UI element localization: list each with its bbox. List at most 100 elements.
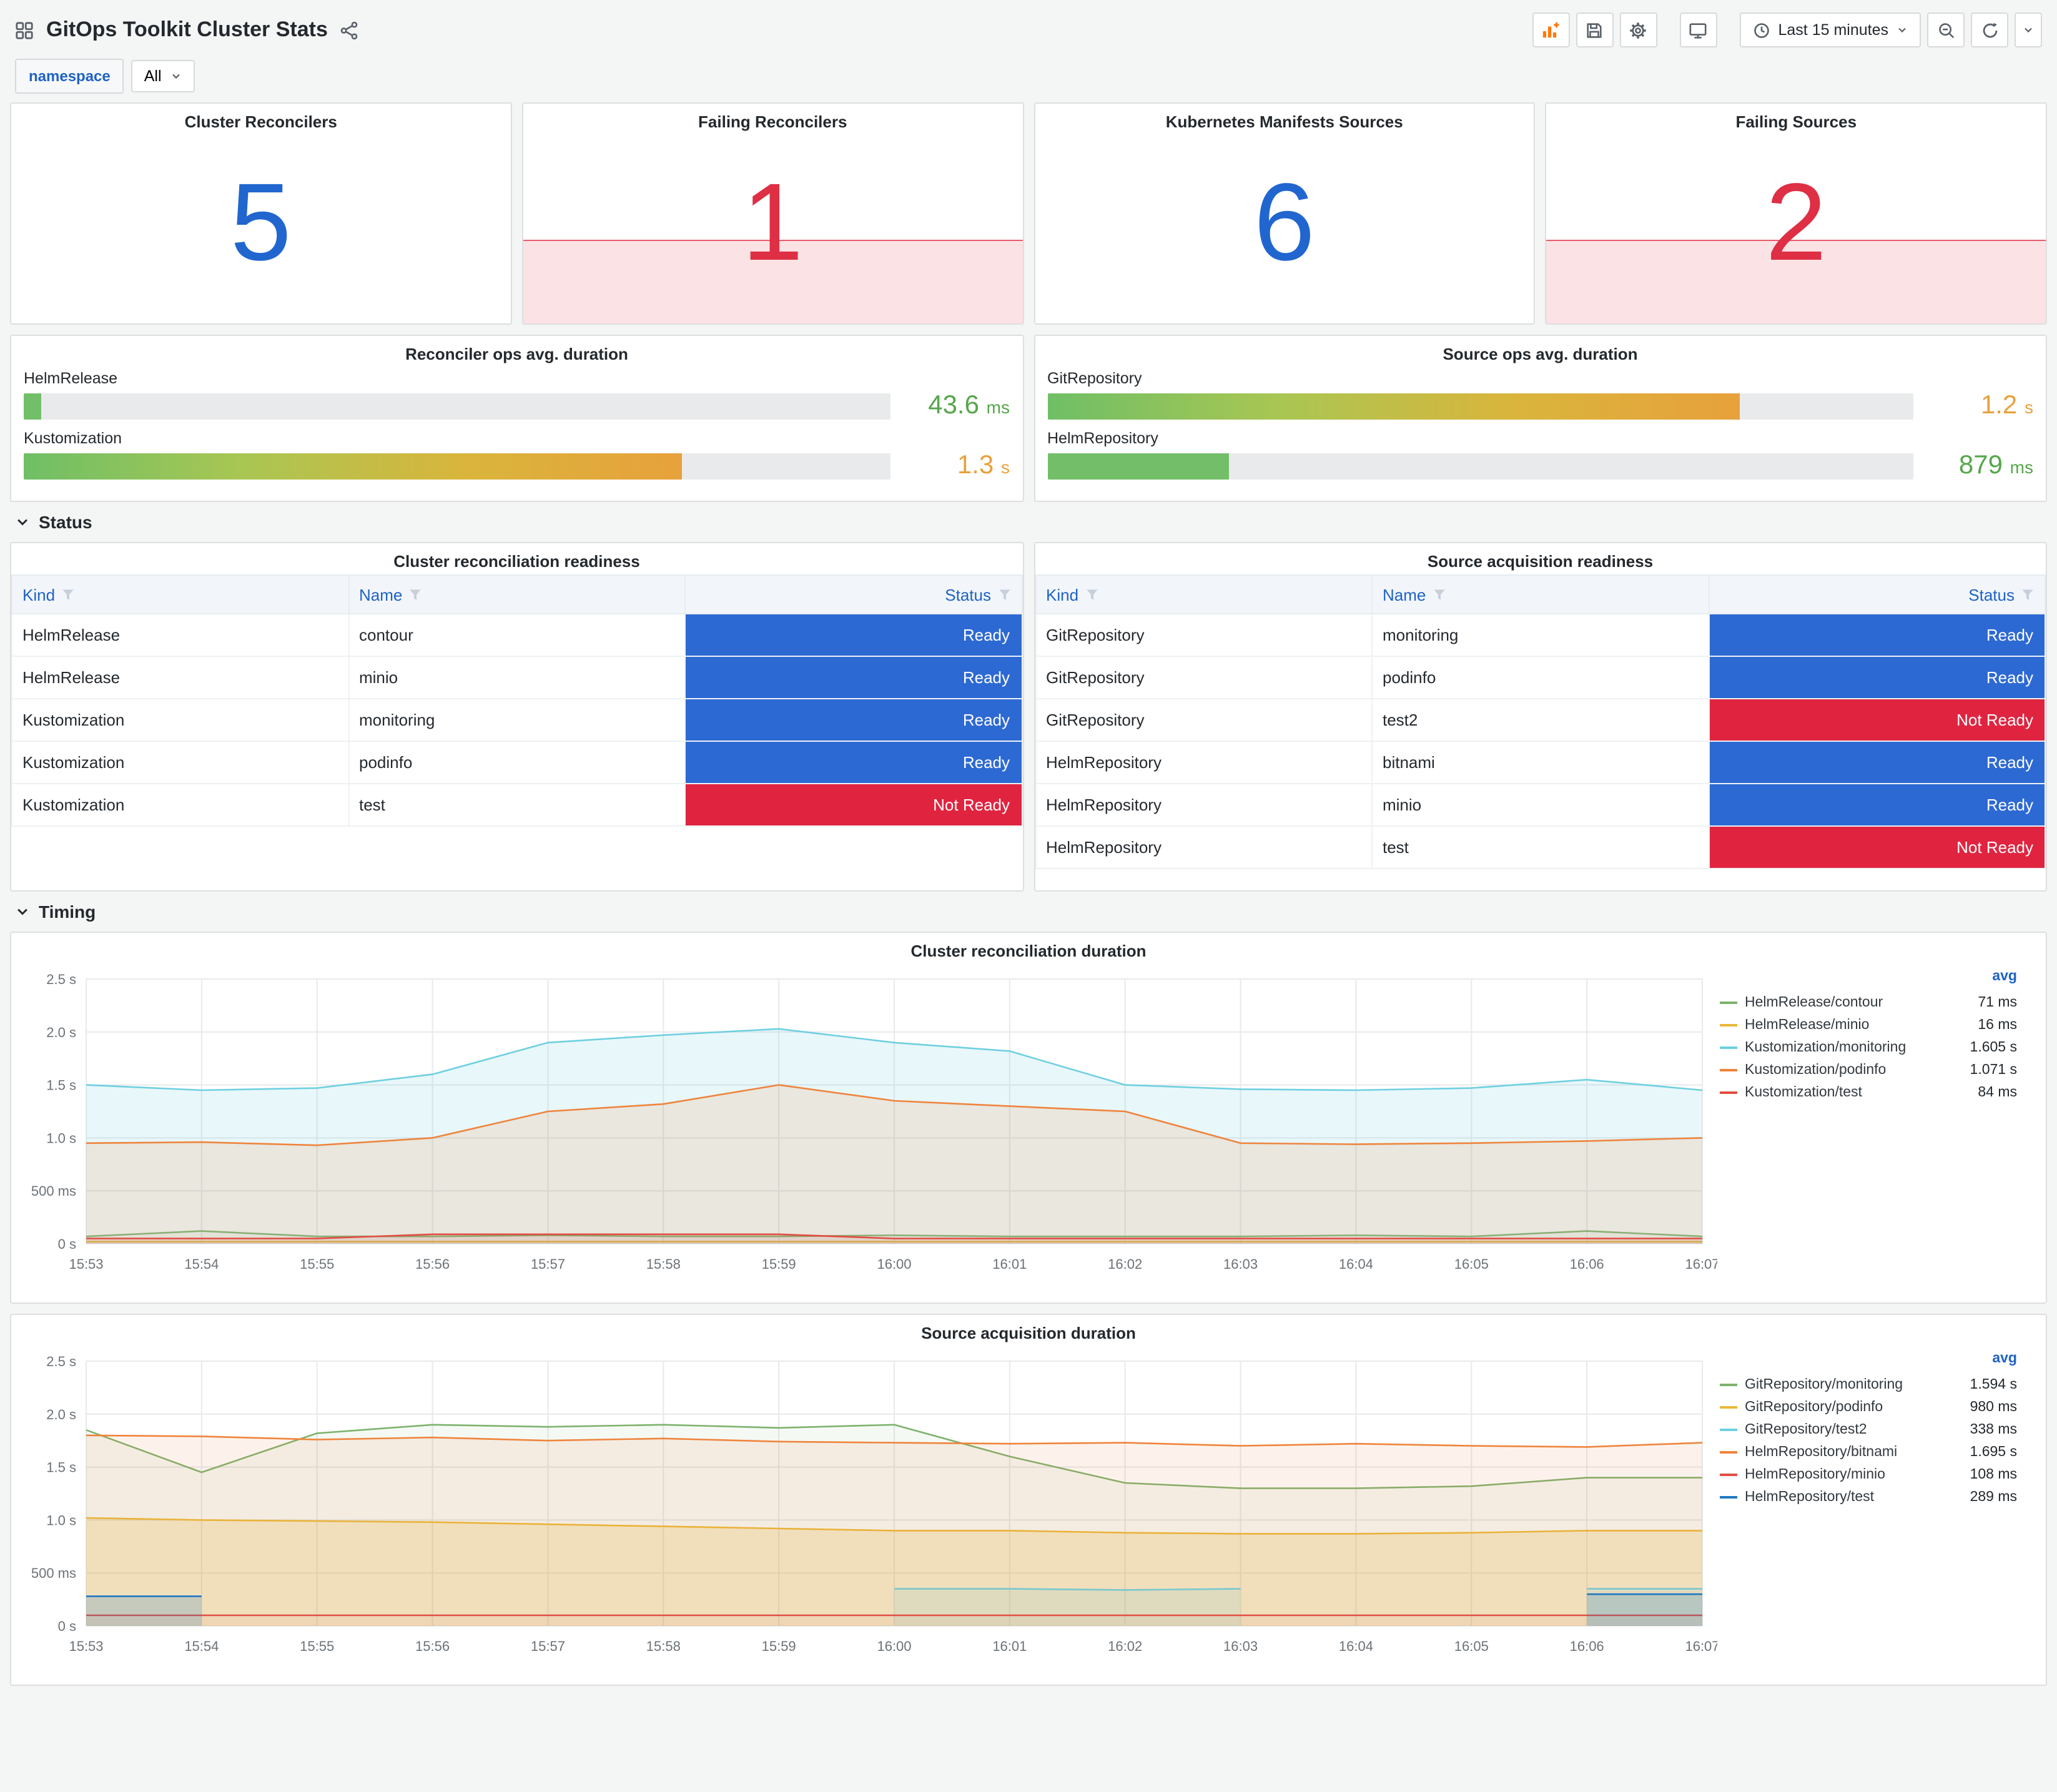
timeseries-plot[interactable]: 15:53 15:54 15:55 15:56 15:57 15:58 15:59 16:00… xyxy=(19,1346,1717,1661)
series-color-dash xyxy=(1720,1474,1737,1476)
share-icon[interactable] xyxy=(340,21,359,39)
time-range-picker[interactable]: Last 15 minutes xyxy=(1739,12,1921,47)
stat-value: 6 xyxy=(1253,160,1315,283)
stat-panel: Failing Sources 2 xyxy=(1545,102,2047,325)
filter-icon[interactable] xyxy=(61,588,75,601)
legend-item[interactable]: HelmRelease/minio 16 ms xyxy=(1720,1014,2017,1036)
svg-text:15:59: 15:59 xyxy=(762,1638,796,1654)
filter-icon[interactable] xyxy=(1085,588,1098,601)
table-row: GitRepository monitoring Ready xyxy=(1035,613,2046,657)
panel-title[interactable]: Source acquisition readiness xyxy=(1035,543,2046,574)
legend-item[interactable]: GitRepository/monitoring 1.594 s xyxy=(1720,1374,2017,1396)
cycle-view-mode-button[interactable] xyxy=(1679,12,1717,47)
cell-name: podinfo xyxy=(348,741,686,784)
cluster-readiness-panel: Cluster reconciliation readiness Kind Na… xyxy=(10,542,1024,892)
legend-avg-header[interactable]: avg xyxy=(1720,969,2017,992)
legend-item[interactable]: HelmRepository/minio 108 ms xyxy=(1720,1464,2017,1486)
gauge-value: 879 ms xyxy=(1958,451,2033,480)
status-badge: Ready xyxy=(686,699,1021,741)
series-color-dash xyxy=(1720,1091,1737,1094)
svg-text:2.0 s: 2.0 s xyxy=(46,1407,76,1422)
series-color-dash xyxy=(1720,1024,1737,1026)
svg-text:16:03: 16:03 xyxy=(1223,1256,1258,1272)
svg-text:16:07: 16:07 xyxy=(1685,1256,1717,1272)
refresh-button[interactable] xyxy=(1971,12,2008,47)
legend-item[interactable]: Kustomization/test 84 ms xyxy=(1720,1081,2017,1104)
panel-title[interactable]: Cluster reconciliation duration xyxy=(11,933,2046,964)
filter-icon[interactable] xyxy=(408,588,422,601)
status-badge: Ready xyxy=(1709,742,2045,783)
svg-text:16:00: 16:00 xyxy=(877,1638,911,1654)
legend-item[interactable]: HelmRelease/contour 71 ms xyxy=(1720,992,2017,1014)
table-row: HelmRelease minio Ready xyxy=(11,656,1022,699)
legend-avg-header[interactable]: avg xyxy=(1720,1351,2017,1374)
table-row: Kustomization podinfo Ready xyxy=(11,741,1022,784)
legend-item[interactable]: GitRepository/test2 338 ms xyxy=(1720,1419,2017,1441)
svg-text:16:01: 16:01 xyxy=(992,1256,1027,1272)
panel-title[interactable]: Reconciler ops avg. duration xyxy=(11,336,1022,367)
column-header-kind[interactable]: Kind xyxy=(11,574,349,614)
column-header-status[interactable]: Status xyxy=(684,574,1022,614)
cluster-duration-panel: Cluster reconciliation duration 15:53 15:… xyxy=(10,932,2047,1304)
bar-gauge-row: Kustomization 1.3 s xyxy=(24,430,1010,481)
refresh-interval-dropdown[interactable] xyxy=(2015,12,2042,47)
legend-item[interactable]: HelmRepository/bitnami 1.695 s xyxy=(1720,1441,2017,1464)
variable-value-dropdown[interactable]: All xyxy=(131,60,195,92)
status-badge: Not Ready xyxy=(1709,827,2045,868)
section-chevron-icon xyxy=(17,519,27,526)
svg-text:1.5 s: 1.5 s xyxy=(46,1460,76,1475)
variable-selected-value: All xyxy=(144,67,162,85)
cell-name: minio xyxy=(1371,783,1709,827)
gauge-track xyxy=(24,393,890,419)
variables-bar: namespace All xyxy=(10,55,2047,97)
filter-icon[interactable] xyxy=(997,588,1011,601)
status-badge: Not Ready xyxy=(1709,699,2045,741)
dashboard-settings-button[interactable] xyxy=(1619,12,1657,47)
column-header-status[interactable]: Status xyxy=(1708,574,2046,614)
stat-panel: Kubernetes Manifests Sources 6 xyxy=(1033,102,1536,325)
stat-value: 2 xyxy=(1765,160,1827,283)
gauge-fill xyxy=(1047,453,1230,479)
column-header-kind[interactable]: Kind xyxy=(1035,574,1373,614)
legend-item[interactable]: Kustomization/monitoring 1.605 s xyxy=(1720,1036,2017,1059)
legend-item[interactable]: HelmRepository/test 289 ms xyxy=(1720,1486,2017,1509)
svg-text:15:55: 15:55 xyxy=(300,1638,334,1654)
table-row: HelmRepository test Not Ready xyxy=(1035,825,2046,869)
filter-icon[interactable] xyxy=(1432,588,1446,601)
cell-name: test xyxy=(1371,825,1709,869)
save-dashboard-button[interactable] xyxy=(1576,12,1614,47)
bar-gauge-row: GitRepository 1.2 s xyxy=(1047,370,2033,421)
status-badge: Ready xyxy=(686,614,1021,656)
readiness-table: Kind Name Status HelmRelease contour Rea… xyxy=(11,574,1022,827)
panel-title[interactable]: Source acquisition duration xyxy=(11,1315,2046,1346)
table-row: GitRepository test2 Not Ready xyxy=(1035,698,2046,742)
column-header-name[interactable]: Name xyxy=(1371,574,1709,614)
svg-text:16:03: 16:03 xyxy=(1223,1638,1258,1654)
zoom-out-button[interactable] xyxy=(1927,12,1965,47)
panel-title[interactable]: Source ops avg. duration xyxy=(1035,336,2046,367)
legend-item[interactable]: GitRepository/podinfo 980 ms xyxy=(1720,1396,2017,1419)
cell-kind: Kustomization xyxy=(11,783,349,827)
stats-row: Cluster Reconcilers 5 Failing Reconciler… xyxy=(10,102,2047,325)
clock-icon xyxy=(1754,22,1769,37)
series-color-dash xyxy=(1720,1496,1737,1499)
dashboard-grid-icon[interactable] xyxy=(15,21,34,39)
source-ops-panel: Source ops avg. duration GitRepository 1… xyxy=(1033,335,2047,502)
status-badge: Ready xyxy=(1709,657,2045,698)
gauge-label: Kustomization xyxy=(24,430,122,447)
add-panel-button[interactable] xyxy=(1532,12,1570,47)
row-toggle-status[interactable]: Status xyxy=(10,502,2047,542)
panel-title[interactable]: Cluster reconciliation readiness xyxy=(11,543,1022,574)
legend-item[interactable]: Kustomization/podinfo 1.071 s xyxy=(1720,1059,2017,1081)
column-header-name[interactable]: Name xyxy=(348,574,686,614)
row-toggle-timing[interactable]: Timing xyxy=(10,892,2047,932)
timeseries-plot[interactable]: 15:53 15:54 15:55 15:56 15:57 15:58 15:59 16:00… xyxy=(19,964,1717,1279)
gauge-track xyxy=(1047,393,1913,419)
filter-icon[interactable] xyxy=(2021,588,2035,601)
table-row: GitRepository podinfo Ready xyxy=(1035,656,2046,699)
cell-name: test xyxy=(348,783,686,827)
cell-kind: GitRepository xyxy=(1035,656,1373,699)
gauge-track xyxy=(24,453,890,479)
cell-kind: HelmRepository xyxy=(1035,825,1373,869)
svg-text:16:04: 16:04 xyxy=(1339,1638,1373,1654)
